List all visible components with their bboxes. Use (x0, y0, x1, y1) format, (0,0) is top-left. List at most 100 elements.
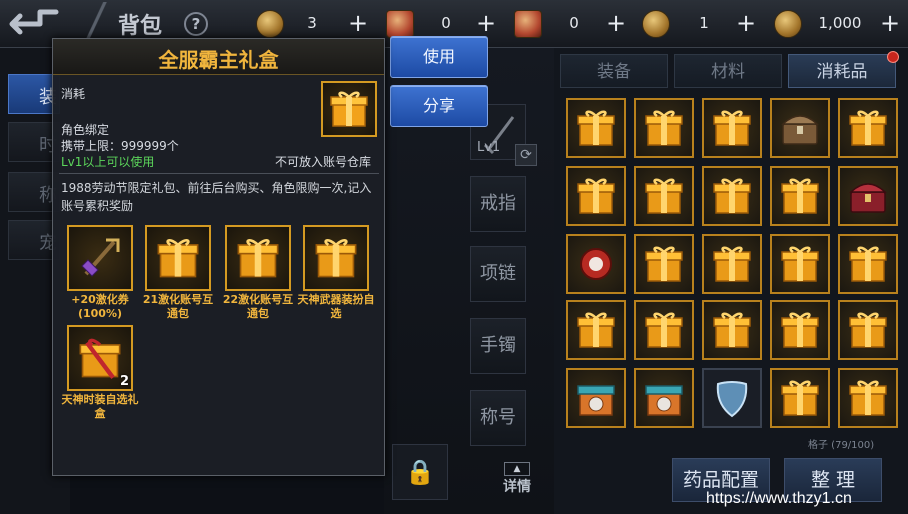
bag-slot-red-orb[interactable] (566, 234, 626, 294)
notification-dot (887, 51, 899, 63)
bag-tabs: 装备 材料 消耗品 (560, 51, 902, 88)
locked-slot: 🔒 (392, 444, 448, 500)
gift-box-icon (577, 110, 615, 146)
bag-slot-gift-box[interactable] (702, 166, 762, 226)
tab-equipment[interactable]: 装备 (560, 54, 668, 88)
gift-box-icon (849, 110, 887, 146)
detail-button[interactable]: ▲ 详情 (496, 462, 538, 502)
reward-item[interactable]: 2 (67, 325, 133, 391)
bag-slot-gift-box[interactable] (566, 166, 626, 226)
bag-slot-gift-box[interactable] (838, 234, 898, 294)
back-button[interactable] (6, 6, 70, 42)
bag-slot-treasure-chest[interactable] (770, 98, 830, 158)
refresh-icon[interactable]: ⟳ (515, 144, 537, 166)
item-description: 1988劳动节限定礼包、前往后台购买、角色限购一次,记入账号累积奖励 (61, 181, 372, 213)
necklace-slot[interactable]: 项链 (470, 246, 526, 302)
bag-slot-gift-box[interactable] (566, 98, 626, 158)
bag-slot-gift-box[interactable] (770, 368, 830, 428)
add-bronze-button[interactable]: + (734, 11, 758, 36)
gift-box-icon (781, 178, 819, 214)
resource-value: 0 (441, 14, 451, 32)
teal-gift-icon (577, 385, 615, 416)
gold-coin-icon (256, 10, 284, 38)
use-button[interactable]: 使用 (390, 36, 488, 78)
silver-coin-icon (774, 10, 802, 38)
bag-slot-gift-box[interactable] (770, 300, 830, 360)
bag-slot-teal-gift[interactable] (634, 368, 694, 428)
watermark: https://www.thzy1.cn (706, 490, 852, 507)
bag-slot-red-chest[interactable] (838, 166, 898, 226)
resource-scroll-lock: 0 + (514, 9, 628, 39)
bag-slot-gift-box[interactable] (634, 234, 694, 294)
weapon-level: Lv1 (477, 140, 501, 155)
gift-box-icon (849, 246, 887, 282)
gift-ribbon-icon (79, 338, 121, 379)
treasure-chest-icon (781, 115, 819, 145)
bag-slot-gift-box[interactable] (838, 368, 898, 428)
gift-box-icon (713, 246, 751, 282)
resource-scroll: 0 + (386, 9, 498, 39)
bag-slot-gift-box[interactable] (634, 300, 694, 360)
add-gold-button[interactable]: + (346, 11, 370, 36)
binding-text: 角色绑定 (61, 123, 110, 137)
add-silver-button[interactable]: + (878, 11, 902, 36)
red-orb-icon (580, 248, 612, 280)
gift-box-icon (849, 312, 887, 348)
bag-slot-gift-box[interactable] (566, 300, 626, 360)
bag-slot-gift-box[interactable] (770, 166, 830, 226)
bag-slot-wing-shield[interactable] (702, 368, 762, 428)
weapon-icon (81, 238, 120, 277)
help-icon[interactable]: ? (184, 12, 208, 36)
gift-box-icon (330, 91, 368, 127)
item-icon (321, 81, 377, 137)
resource-value: 1 (699, 14, 709, 32)
add-scroll-button[interactable]: + (474, 11, 498, 36)
gift-box-icon (157, 239, 199, 278)
title-slot[interactable]: 称号 (470, 390, 526, 446)
tab-consumables[interactable]: 消耗品 (788, 51, 899, 88)
wing-shield-icon (716, 381, 748, 418)
gift-box-icon (315, 239, 357, 278)
gift-box-icon (577, 178, 615, 214)
gift-box-icon (645, 110, 683, 146)
bronze-coin-icon (642, 10, 670, 38)
ring-slot[interactable]: 戒指 (470, 176, 526, 232)
resource-gold-coin: 3 + (256, 9, 368, 39)
reward-quantity: 2 (119, 374, 129, 389)
add-scroll-lock-button[interactable]: + (604, 11, 628, 36)
resource-value: 1,000 (818, 14, 862, 32)
bag-slot-gift-box[interactable] (838, 98, 898, 158)
bag-slot-teal-gift[interactable] (566, 368, 626, 428)
bag-slot-gift-box[interactable] (702, 234, 762, 294)
divider (59, 173, 379, 174)
bracelet-slot[interactable]: 手镯 (470, 318, 526, 374)
red-chest-icon (849, 183, 887, 213)
bag-slot-gift-box[interactable] (634, 98, 694, 158)
gift-box-icon (781, 312, 819, 348)
bag-slot-gift-box[interactable] (702, 98, 762, 158)
reward-item[interactable] (67, 225, 133, 291)
tab-materials[interactable]: 材料 (674, 54, 782, 88)
bag-slot-gift-box[interactable] (770, 234, 830, 294)
reward-label: 21激化账号互通包 (142, 293, 214, 320)
resource-value: 3 (307, 14, 317, 32)
gift-box-icon (781, 246, 819, 282)
reward-item[interactable] (225, 225, 291, 291)
scroll-icon (386, 10, 414, 38)
carry-limit-text: 携带上限：999999个 (61, 139, 179, 153)
bag-slot-gift-box[interactable] (838, 300, 898, 360)
gift-box-icon (713, 312, 751, 348)
reward-label: 天神时装自选礼盒 (61, 393, 139, 420)
resource-bronze-coin: 1 + (642, 9, 758, 39)
lock-icon: 🔒 (405, 458, 435, 486)
resource-silver-coin: 1,000 + (774, 9, 902, 39)
bag-slot-gift-box[interactable] (702, 300, 762, 360)
gift-box-icon (713, 178, 751, 214)
share-button[interactable]: 分享 (390, 85, 488, 127)
reward-item[interactable] (303, 225, 369, 291)
bag-slot-gift-box[interactable] (634, 166, 694, 226)
warehouse-text: 不可放入账号仓库 (275, 155, 372, 169)
reward-item[interactable] (145, 225, 211, 291)
gift-box-icon (645, 312, 683, 348)
gift-box-icon (645, 178, 683, 214)
